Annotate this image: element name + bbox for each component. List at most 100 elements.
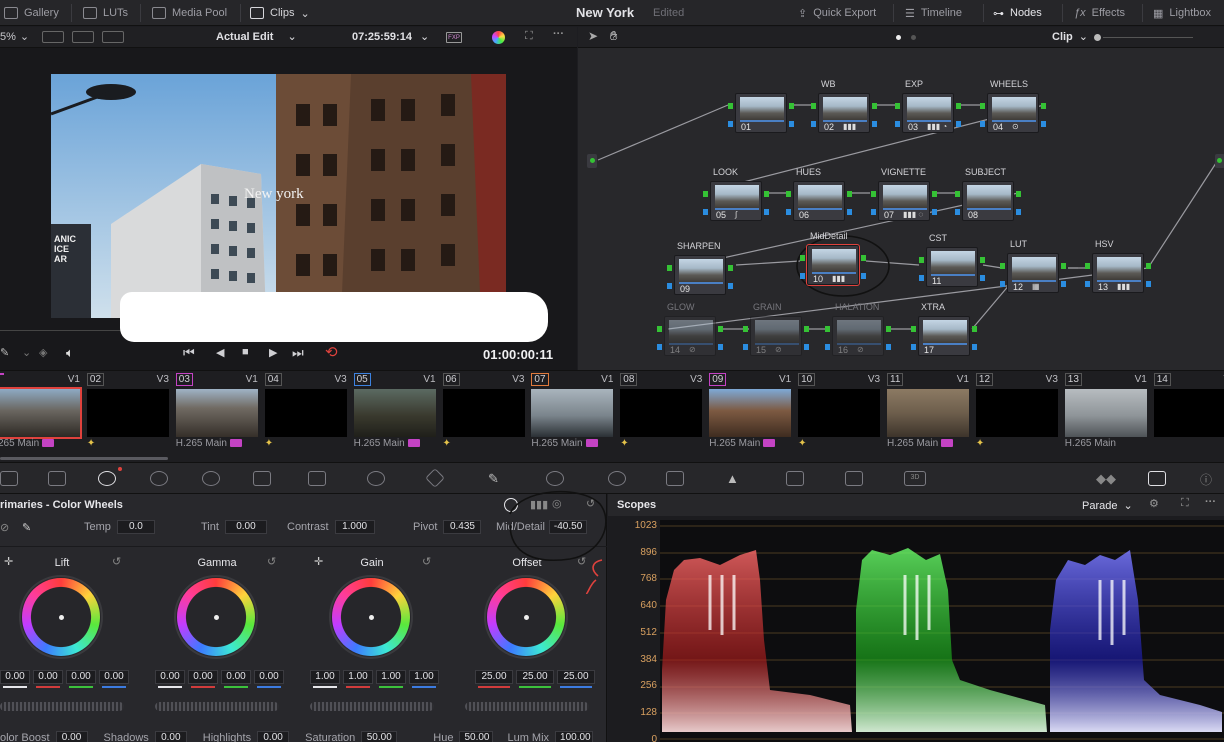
node-15[interactable]: 15 ⊘ [750, 316, 802, 356]
node-output-pin[interactable] [861, 255, 866, 261]
tint-field[interactable]: 0.00 [224, 520, 267, 534]
node-key-output-pin[interactable] [728, 283, 733, 289]
crosshair-icon[interactable]: ✛ [4, 555, 13, 568]
pointer-icon[interactable]: ➤ [588, 29, 598, 43]
node-input-pin[interactable] [980, 103, 985, 109]
node-key-input-pin[interactable] [800, 273, 805, 279]
node-12[interactable]: 12 ▦ [1007, 253, 1059, 293]
more-options-icon[interactable]: ··· [553, 28, 564, 40]
node-key-output-pin[interactable] [1041, 121, 1046, 127]
node-input-pin[interactable] [728, 103, 733, 109]
node-key-input-pin[interactable] [811, 121, 816, 127]
node-input-pin[interactable] [895, 103, 900, 109]
clip-strip-scrollbar[interactable] [0, 457, 168, 460]
node-key-output-pin[interactable] [847, 209, 852, 215]
node-07[interactable]: 07 ▮▮▮ ◌ [878, 181, 930, 221]
wheel-value-field[interactable]: 25.00 [557, 670, 595, 684]
blur-icon[interactable]: ▲ [726, 471, 744, 486]
node-key-input-pin[interactable] [667, 283, 672, 289]
node-key-output-pin[interactable] [789, 121, 794, 127]
scope-settings-icon[interactable]: ⚙ [1149, 497, 1159, 510]
master-wheel-slider[interactable] [465, 702, 589, 711]
node-output-pin[interactable] [728, 265, 733, 271]
page-dot[interactable] [911, 35, 916, 40]
node-04[interactable]: 04 ⊙ [987, 93, 1039, 133]
wheel-value-field[interactable]: 0.00 [66, 670, 96, 684]
clip-thumbnail-item[interactable]: 13 V1 H.265 Main [1063, 371, 1151, 461]
crosshair-icon[interactable]: ✛ [314, 555, 323, 568]
wheel-puck[interactable] [524, 615, 529, 620]
nodes-tab[interactable]: ⊶ Nodes [993, 0, 1042, 26]
node-output-pin[interactable] [980, 257, 985, 263]
node-01[interactable]: 01 [735, 93, 787, 133]
node-output-pin[interactable] [972, 326, 977, 332]
key-icon[interactable] [786, 471, 804, 486]
eyedropper-icon[interactable]: ✎ [0, 346, 9, 359]
clip-thumbnail-item[interactable]: 02 V3 ✦ [85, 371, 173, 461]
node-output-pin[interactable] [932, 191, 937, 197]
node-key-output-pin[interactable] [980, 275, 985, 281]
node-key-input-pin[interactable] [911, 344, 916, 350]
clip-thumbnail-item[interactable]: 12 V3 ✦ [974, 371, 1062, 461]
node-key-output-pin[interactable] [1061, 281, 1066, 287]
node-input-pin[interactable] [871, 191, 876, 197]
scopes-icon[interactable] [1148, 471, 1166, 486]
wheel-puck[interactable] [214, 615, 219, 620]
wheel-reset-icon[interactable]: ↺ [112, 555, 121, 568]
node-output-pin[interactable] [718, 326, 723, 332]
node-input-pin[interactable] [911, 326, 916, 332]
hand-icon[interactable]: ✋︎ [610, 28, 617, 44]
color-warper-icon[interactable] [367, 471, 385, 486]
node-output-pin[interactable] [886, 326, 891, 332]
chevron-down-icon[interactable]: ⌄ [22, 346, 31, 359]
node-key-output-pin[interactable] [861, 273, 866, 279]
zoom-slider-track[interactable] [1103, 37, 1193, 38]
wheel-value-field[interactable]: 1.00 [409, 670, 439, 684]
effects-tab[interactable]: ƒx Effects [1074, 0, 1125, 26]
reset-icon[interactable]: ⊘ [0, 521, 9, 534]
node-key-output-pin[interactable] [872, 121, 877, 127]
hdr-badge[interactable]: FXP [446, 32, 462, 43]
node-10[interactable]: 10 ▮▮▮ [806, 244, 860, 286]
pivot-field[interactable]: 0.435 [443, 520, 482, 534]
node-13[interactable]: 13 ▮▮▮ [1092, 253, 1144, 293]
color-boost-field[interactable]: 0.00 [55, 731, 88, 742]
curves-icon[interactable] [308, 471, 326, 486]
stop-icon[interactable]: ■ [242, 346, 249, 358]
master-wheel-slider[interactable] [310, 702, 434, 711]
clip-thumbnail-item[interactable]: 10 V3 ✦ [796, 371, 884, 461]
node-11[interactable]: 11 [926, 247, 978, 287]
luts-tab[interactable]: LUTs [83, 0, 128, 26]
node-05[interactable]: 05 ∫ [710, 181, 762, 221]
layers-icon[interactable]: ◈ [39, 346, 47, 359]
node-output-pin[interactable] [764, 191, 769, 197]
clip-thumbnail-item[interactable]: 07 V1 H.265 Main [529, 371, 617, 461]
shadows-field[interactable]: 0.00 [154, 731, 187, 742]
node-output-pin[interactable] [847, 191, 852, 197]
skip-to-start-icon[interactable]: ⏮︎ [183, 345, 195, 361]
node-06[interactable]: 06 [793, 181, 845, 221]
motion-effects-icon[interactable] [253, 471, 271, 486]
scope-mode-select[interactable]: Parade ⌄ [1082, 499, 1133, 513]
node-03[interactable]: 03 ▮▮▮ ◔ [902, 93, 954, 133]
more-options-icon[interactable]: ··· [1205, 496, 1216, 508]
wheel-reset-icon[interactable]: ↺ [267, 555, 276, 568]
auto-balance-icon[interactable]: ✎ [22, 521, 31, 534]
keyframes-icon[interactable]: ◆◆ [1096, 471, 1116, 486]
clip-thumbnail-item[interactable]: 14V3 [1152, 371, 1224, 461]
hue-field[interactable]: 50.00 [459, 731, 494, 742]
node-key-input-pin[interactable] [728, 121, 733, 127]
saturation-field[interactable]: 50.00 [361, 731, 398, 742]
wheel-value-field[interactable]: 0.00 [99, 670, 129, 684]
node-output-pin[interactable] [872, 103, 877, 109]
wheel-puck[interactable] [369, 615, 374, 620]
lightbox-tab[interactable]: ▦ Lightbox [1153, 0, 1211, 26]
node-input-pin[interactable] [786, 191, 791, 197]
media-pool-tab[interactable]: Media Pool [152, 0, 227, 26]
loop-icon[interactable]: ⟲ [325, 343, 338, 361]
node-input-pin[interactable] [703, 191, 708, 197]
edit-mode-select[interactable]: Actual Edit ⌄ [216, 30, 297, 44]
wheel-reset-icon[interactable]: ↺ [422, 555, 431, 568]
expand-icon[interactable]: ⛶ [1181, 497, 1189, 510]
node-key-output-pin[interactable] [956, 121, 961, 127]
